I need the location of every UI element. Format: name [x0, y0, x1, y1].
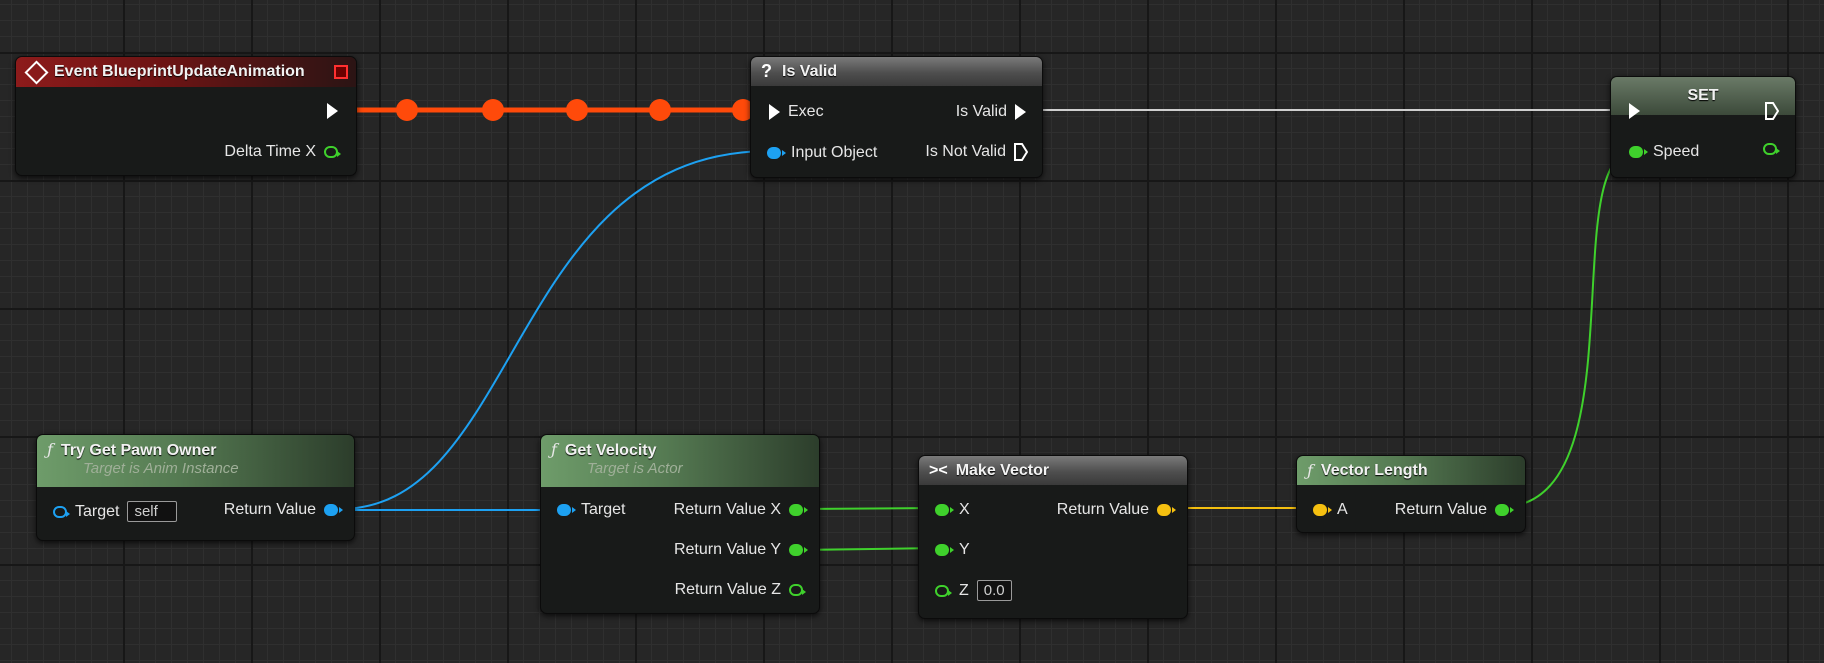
make-vector-y-pin[interactable]: [935, 544, 954, 556]
delta-time-label: Delta Time X: [224, 143, 316, 160]
make-vector-x-label: X: [959, 501, 970, 518]
make-vector-z-label: Z: [959, 581, 969, 599]
vector-length-title: Vector Length: [1320, 461, 1428, 479]
event-diamond-icon: [24, 59, 49, 85]
is-valid-exec-in-row: Exec: [769, 103, 824, 121]
get-velocity-node[interactable]: ƒ Get Velocity Target is Actor Target Ret…: [540, 434, 820, 614]
make-vector-z-pin[interactable]: [935, 584, 952, 597]
event-update-animation-node[interactable]: Event BlueprintUpdateAnimation Delta Tim…: [15, 56, 357, 176]
vector-length-return-label: Return Value: [1394, 501, 1487, 518]
return-x-pin[interactable]: [789, 504, 808, 516]
is-valid-output-row: Is Valid: [956, 103, 1026, 121]
function-icon: ƒ: [47, 440, 53, 459]
speed-output-pin[interactable]: [1763, 143, 1780, 155]
pawn-owner-subtitle: Target is Anim Instance: [83, 460, 239, 477]
make-vector-y-row: Y: [935, 541, 970, 559]
pawn-owner-target-pin[interactable]: [53, 505, 70, 518]
input-object-pin[interactable]: [767, 147, 786, 159]
make-vector-x-row: X: [935, 501, 970, 519]
exec-input-pin[interactable]: [769, 104, 780, 120]
exec-output-pin[interactable]: [327, 103, 338, 119]
vector-length-a-row: A: [1313, 501, 1348, 519]
is-valid-header[interactable]: ? Is Valid: [751, 57, 1042, 86]
make-vector-node[interactable]: >< Make Vector X Return Value Y Z 0.0: [918, 455, 1188, 619]
return-y-label: Return Value Y: [673, 541, 781, 558]
delta-time-pin[interactable]: [324, 146, 341, 158]
velocity-title: Get Velocity: [564, 442, 657, 459]
is-valid-exec-pin[interactable]: [1015, 104, 1026, 120]
velocity-target-row: Target: [557, 501, 625, 519]
is-valid-output-label: Is Valid: [955, 103, 1007, 120]
is-valid-title: Is Valid: [782, 62, 838, 80]
is-valid-node[interactable]: ? Is Valid Exec Is Valid Input Object Is…: [750, 56, 1043, 178]
velocity-subtitle: Target is Actor: [587, 460, 683, 477]
vector-length-node[interactable]: ƒ Vector Length A Return Value: [1296, 455, 1526, 533]
vector-length-a-pin[interactable]: [1313, 504, 1332, 516]
is-not-valid-row: Is Not Valid: [925, 143, 1028, 161]
set-speed-node[interactable]: SET Speed: [1610, 76, 1796, 178]
make-vector-z-row: Z 0.0: [935, 580, 1012, 601]
speed-label: Speed: [1653, 143, 1700, 160]
set-title: SET: [1687, 87, 1719, 104]
pawn-owner-target-row: Target self: [53, 501, 178, 522]
make-vector-x-pin[interactable]: [935, 504, 954, 516]
make-vector-y-label: Y: [959, 541, 970, 558]
pawn-owner-target-label: Target: [75, 502, 120, 520]
is-not-valid-exec-pin[interactable]: [1014, 143, 1028, 161]
speed-out-row: [1763, 143, 1780, 155]
delta-time-row: Delta Time X: [224, 143, 341, 161]
try-get-pawn-owner-node[interactable]: ƒ Try Get Pawn Owner Target is Anim Insta…: [36, 434, 355, 541]
velocity-target-pin[interactable]: [557, 504, 576, 516]
make-vector-return-label: Return Value: [1056, 501, 1149, 518]
set-exec-out-row: [1765, 102, 1779, 120]
set-exec-input-pin[interactable]: [1629, 103, 1640, 119]
vector-length-a-label: A: [1337, 501, 1348, 518]
is-not-valid-label: Is Not Valid: [925, 143, 1006, 160]
float-wire-speed: [1504, 150, 1636, 508]
target-self-input[interactable]: self: [127, 501, 178, 522]
z-default-input[interactable]: 0.0: [976, 580, 1012, 601]
question-mark-icon: ?: [761, 61, 772, 81]
pawn-owner-return-row: Return Value: [223, 501, 343, 519]
vector-length-return-pin[interactable]: [1495, 504, 1514, 516]
vector-length-return-row: Return Value: [1394, 501, 1514, 519]
event-exec-output-row: [327, 103, 338, 119]
function-icon: ƒ: [551, 440, 557, 459]
pawn-owner-title: Try Get Pawn Owner: [60, 442, 217, 459]
velocity-target-label: Target: [581, 501, 626, 518]
make-vector-header[interactable]: >< Make Vector: [919, 456, 1187, 485]
return-z-label: Return Value Z: [674, 581, 781, 598]
return-x-row: Return Value X: [673, 501, 808, 519]
set-exec-output-pin[interactable]: [1765, 102, 1779, 120]
make-vector-return-pin[interactable]: [1157, 504, 1176, 516]
velocity-header[interactable]: ƒ Get Velocity Target is Actor: [541, 435, 819, 487]
event-node-title: Event BlueprintUpdateAnimation: [54, 63, 305, 80]
input-object-row: Input Object: [767, 144, 877, 162]
input-object-label: Input Object: [791, 144, 878, 161]
return-z-row: Return Value Z: [674, 581, 806, 599]
return-x-label: Return Value X: [673, 501, 781, 518]
return-z-pin[interactable]: [789, 584, 806, 596]
vector-length-header[interactable]: ƒ Vector Length: [1297, 456, 1525, 485]
pawn-owner-return-pin[interactable]: [324, 504, 343, 516]
breakpoint-icon[interactable]: [334, 65, 348, 79]
function-icon: ƒ: [1307, 461, 1313, 480]
pawn-owner-header[interactable]: ƒ Try Get Pawn Owner Target is Anim Insta…: [37, 435, 354, 487]
set-exec-in-row: [1629, 103, 1640, 119]
make-struct-icon: ><: [929, 461, 948, 479]
speed-row: Speed: [1629, 143, 1699, 161]
speed-input-pin[interactable]: [1629, 146, 1648, 158]
return-y-pin[interactable]: [789, 544, 808, 556]
pawn-owner-return-label: Return Value: [223, 501, 316, 518]
make-vector-title: Make Vector: [955, 461, 1050, 479]
make-vector-return-row: Return Value: [1056, 501, 1176, 519]
return-y-row: Return Value Y: [673, 541, 808, 559]
exec-input-label: Exec: [788, 103, 824, 120]
event-node-header[interactable]: Event BlueprintUpdateAnimation: [16, 57, 356, 87]
